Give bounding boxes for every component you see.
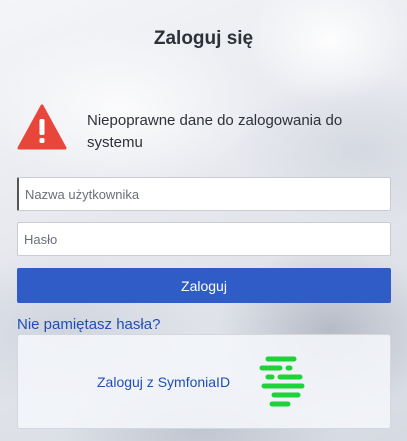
sso-label: Zaloguj z SymfoniaID (97, 374, 231, 390)
username-field[interactable] (17, 177, 391, 211)
login-button[interactable]: Zaloguj (17, 268, 391, 303)
password-field[interactable] (17, 222, 391, 256)
error-message: Niepoprawne dane do zalogowania do syste… (87, 112, 343, 151)
page-title: Zaloguj się (153, 28, 254, 49)
warning-triangle-icon (17, 104, 67, 150)
symfonia-id-login-button[interactable]: Zaloguj z SymfoniaID (17, 334, 391, 429)
symfonia-logo-icon (259, 356, 305, 407)
forgot-password-link[interactable]: Nie pamiętasz hasła? (17, 316, 160, 333)
